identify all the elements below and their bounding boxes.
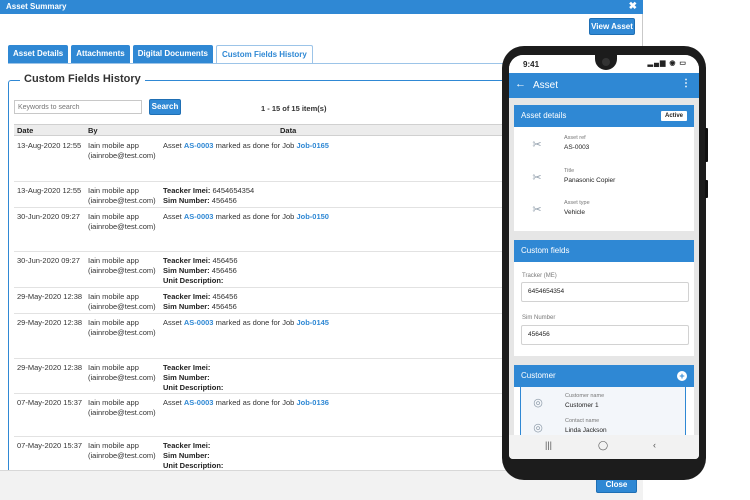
tools-icon: ✂ [532, 139, 542, 151]
field-label: Tracker (ME) [522, 273, 557, 279]
job-link[interactable]: Job-0165 [296, 141, 329, 150]
android-nav-bar: ||| ◯ ‹ [509, 435, 699, 459]
row-date: 29-May-2020 12:38 [17, 318, 83, 327]
asset-details-card: Asset details Active ✂ Asset ref AS-0003… [514, 105, 694, 231]
row-date: 13-Aug-2020 12:55 [17, 141, 82, 150]
tools-icon: ✂ [532, 172, 542, 184]
app-bar: ← Asset ⋮ [509, 73, 699, 98]
home-icon[interactable]: ◯ [598, 440, 608, 451]
field-label: Sim Number [522, 315, 556, 321]
signal-wifi-battery-icon: ▂▄▆ ◉ ▭ [647, 60, 687, 67]
tab-custom-fields-history[interactable]: Custom Fields History [215, 45, 313, 63]
asset-link[interactable]: AS-0003 [184, 141, 214, 150]
row-data: Teacker Imei: Sim Number: Unit Descripti… [163, 441, 224, 470]
row-by: Iain mobile app (iainrobe@test.com) [88, 398, 156, 417]
window-title: Asset Summary [6, 2, 67, 11]
status-badge: Active [660, 111, 687, 121]
row-by: Iain mobile app (iainrobe@test.com) [88, 441, 156, 460]
custom-fields-card: Custom fields Tracker (ME) 6454654354 Si… [514, 240, 694, 356]
row-data: Teacker Imei: 6454654354 Sim Number: 456… [163, 186, 255, 205]
column-date[interactable]: Date [17, 125, 33, 136]
row-data: Asset AS-0003 marked as done for Job Job… [163, 318, 329, 327]
phone-screen: 9:41 ▂▄▆ ◉ ▭ ← Asset ⋮ Asset details Act… [509, 55, 699, 459]
row-date: 07-May-2020 15:37 [17, 441, 83, 450]
back-nav-icon[interactable]: ‹ [653, 440, 656, 450]
tab-attachments[interactable]: Attachments [71, 45, 130, 63]
search-input[interactable] [14, 100, 142, 114]
sim-number-field[interactable]: 456456 [521, 325, 689, 345]
row-date: 30-Jun-2020 09:27 [17, 212, 80, 221]
location-icon: ◎ [533, 422, 543, 434]
row-date: 07-May-2020 15:37 [17, 398, 83, 407]
customer-card: Customer + ◎ Customer name Customer 1 ◎ … [514, 365, 694, 435]
job-link[interactable]: Job-0150 [296, 212, 329, 221]
row-by: Iain mobile app (iainrobe@test.com) [88, 141, 156, 160]
row-by: Iain mobile app (iainrobe@test.com) [88, 256, 156, 275]
row-data: Teacker Imei: Sim Number: Unit Descripti… [163, 363, 224, 392]
row-date: 13-Aug-2020 12:55 [17, 186, 82, 195]
phone-power-button [705, 180, 708, 198]
row-data: Teacker Imei: 456456 Sim Number: 456456 [163, 292, 238, 311]
more-vert-icon[interactable]: ⋮ [681, 78, 691, 89]
close-icon[interactable]: ✖ [629, 0, 637, 14]
search-button[interactable]: Search [149, 99, 181, 115]
row-data: Asset AS-0003 marked as done for Job Job… [163, 398, 329, 407]
tracker-field[interactable]: 6454654354 [521, 282, 689, 302]
tab-asset-details[interactable]: Asset Details [8, 45, 69, 63]
detail-item: ✂ Title Panasonic Copier [514, 164, 694, 196]
asset-link[interactable]: AS-0003 [184, 398, 214, 407]
detail-item: ✂ Asset type Vehicle [514, 196, 694, 228]
asset-link[interactable]: AS-0003 [184, 318, 214, 327]
section-title: Custom Fields History [20, 73, 145, 85]
asset-link[interactable]: AS-0003 [184, 212, 214, 221]
row-date: 30-Jun-2020 09:27 [17, 256, 80, 265]
window-titlebar: Asset Summary ✖ [0, 0, 643, 14]
card-title: Asset details [521, 111, 567, 120]
app-title: Asset [533, 80, 559, 91]
row-by: Iain mobile app (iainrobe@test.com) [88, 186, 156, 205]
row-data: Teacker Imei: 456456 Sim Number: 456456 … [163, 256, 238, 285]
row-date: 29-May-2020 12:38 [17, 292, 83, 301]
card-header: Customer + [514, 365, 694, 387]
pager-info: 1 - 15 of 15 item(s) [261, 104, 327, 113]
customer-list: ◎ Customer name Customer 1 ◎ Contact nam… [520, 387, 686, 435]
row-by: Iain mobile app (iainrobe@test.com) [88, 292, 156, 311]
job-link[interactable]: Job-0136 [296, 398, 329, 407]
column-data[interactable]: Data [280, 125, 296, 136]
recent-apps-icon[interactable]: ||| [545, 440, 552, 450]
column-by[interactable]: By [88, 125, 98, 136]
row-data: Asset AS-0003 marked as done for Job Job… [163, 212, 329, 221]
card-header: Asset details Active [514, 105, 694, 127]
card-header: Custom fields [514, 240, 694, 262]
add-icon[interactable]: + [677, 371, 687, 381]
card-title: Customer [521, 371, 556, 380]
location-icon: ◎ [533, 397, 543, 409]
job-link[interactable]: Job-0145 [296, 318, 329, 327]
tab-bar: Asset Details Attachments Digital Docume… [8, 45, 313, 63]
row-date: 29-May-2020 12:38 [17, 363, 83, 372]
card-title: Custom fields [521, 246, 570, 255]
row-data: Asset AS-0003 marked as done for Job Job… [163, 141, 329, 150]
status-time: 9:41 [523, 60, 540, 69]
row-by: Iain mobile app (iainrobe@test.com) [88, 318, 156, 337]
row-by: Iain mobile app (iainrobe@test.com) [88, 363, 156, 382]
tab-digital-documents[interactable]: Digital Documents [132, 45, 213, 63]
phone-volume-button [705, 128, 708, 162]
back-arrow-icon[interactable]: ← [515, 78, 526, 90]
row-by: Iain mobile app (iainrobe@test.com) [88, 212, 156, 231]
view-asset-button[interactable]: View Asset [589, 18, 635, 35]
detail-item: ✂ Asset ref AS-0003 [514, 131, 694, 163]
tools-icon: ✂ [532, 204, 542, 216]
